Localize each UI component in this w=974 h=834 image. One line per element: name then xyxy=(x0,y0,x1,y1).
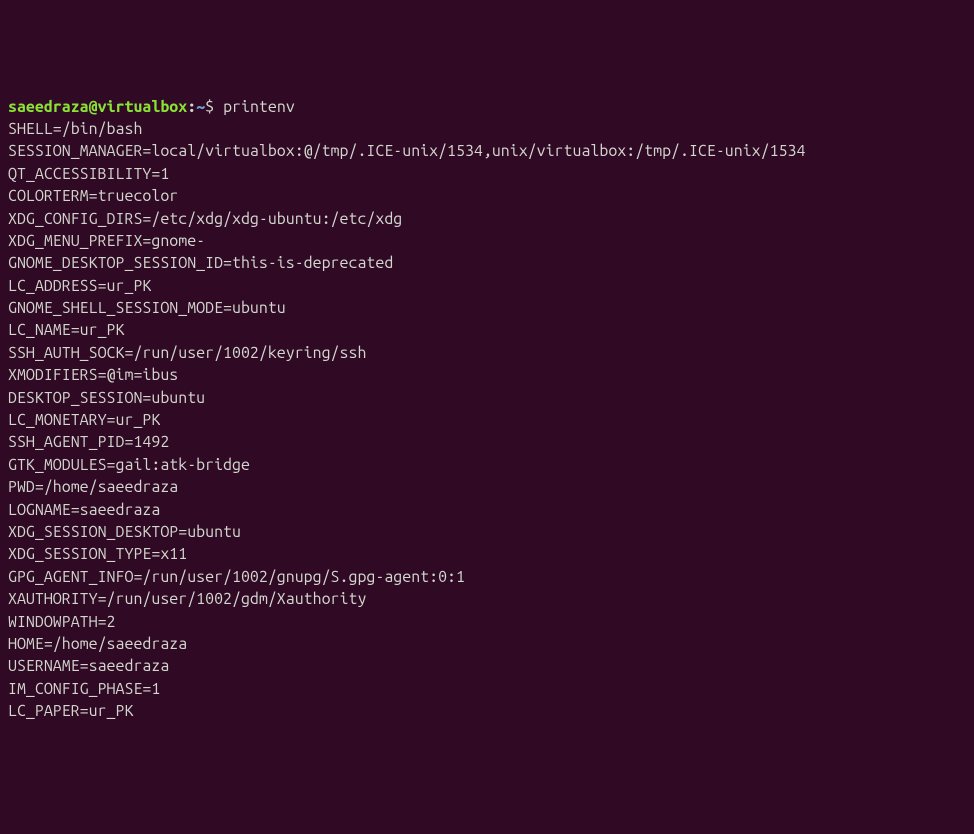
env-line: XDG_SESSION_TYPE=x11 xyxy=(8,543,966,565)
env-line: XDG_SESSION_DESKTOP=ubuntu xyxy=(8,521,966,543)
env-line: XDG_MENU_PREFIX=gnome- xyxy=(8,230,966,252)
command-input[interactable]: printenv xyxy=(223,98,295,116)
env-line: LC_NAME=ur_PK xyxy=(8,319,966,341)
prompt-path: ~ xyxy=(196,98,205,116)
env-line: SSH_AUTH_SOCK=/run/user/1002/keyring/ssh xyxy=(8,342,966,364)
env-line: SHELL=/bin/bash xyxy=(8,118,966,140)
prompt-colon: : xyxy=(187,98,196,116)
env-line: QT_ACCESSIBILITY=1 xyxy=(8,163,966,185)
env-line: WINDOWPATH=2 xyxy=(8,611,966,633)
prompt: saeedraza@virtualbox:~$ xyxy=(8,98,214,116)
env-line: IM_CONFIG_PHASE=1 xyxy=(8,678,966,700)
env-line: PWD=/home/saeedraza xyxy=(8,476,966,498)
env-line: GNOME_SHELL_SESSION_MODE=ubuntu xyxy=(8,297,966,319)
env-line: COLORTERM=truecolor xyxy=(8,185,966,207)
terminal-window[interactable]: saeedraza@virtualbox:~$ printenv SHELL=/… xyxy=(8,96,966,723)
env-line: DESKTOP_SESSION=ubuntu xyxy=(8,387,966,409)
prompt-at: @ xyxy=(89,98,98,116)
env-line: SESSION_MANAGER=local/virtualbox:@/tmp/.… xyxy=(8,140,966,162)
env-line: XMODIFIERS=@im=ibus xyxy=(8,364,966,386)
env-line: LC_ADDRESS=ur_PK xyxy=(8,275,966,297)
prompt-user: saeedraza xyxy=(8,98,89,116)
env-line: GTK_MODULES=gail:atk-bridge xyxy=(8,454,966,476)
env-line: LC_PAPER=ur_PK xyxy=(8,700,966,722)
env-line: LC_MONETARY=ur_PK xyxy=(8,409,966,431)
prompt-dollar: $ xyxy=(205,98,214,116)
env-line: SSH_AGENT_PID=1492 xyxy=(8,431,966,453)
env-line: HOME=/home/saeedraza xyxy=(8,633,966,655)
env-line: XDG_CONFIG_DIRS=/etc/xdg/xdg-ubuntu:/etc… xyxy=(8,208,966,230)
env-line: GNOME_DESKTOP_SESSION_ID=this-is-depreca… xyxy=(8,252,966,274)
env-line: LOGNAME=saeedraza xyxy=(8,499,966,521)
env-line: USERNAME=saeedraza xyxy=(8,655,966,677)
env-line: GPG_AGENT_INFO=/run/user/1002/gnupg/S.gp… xyxy=(8,566,966,588)
prompt-host: virtualbox xyxy=(98,98,188,116)
env-line: XAUTHORITY=/run/user/1002/gdm/Xauthority xyxy=(8,588,966,610)
